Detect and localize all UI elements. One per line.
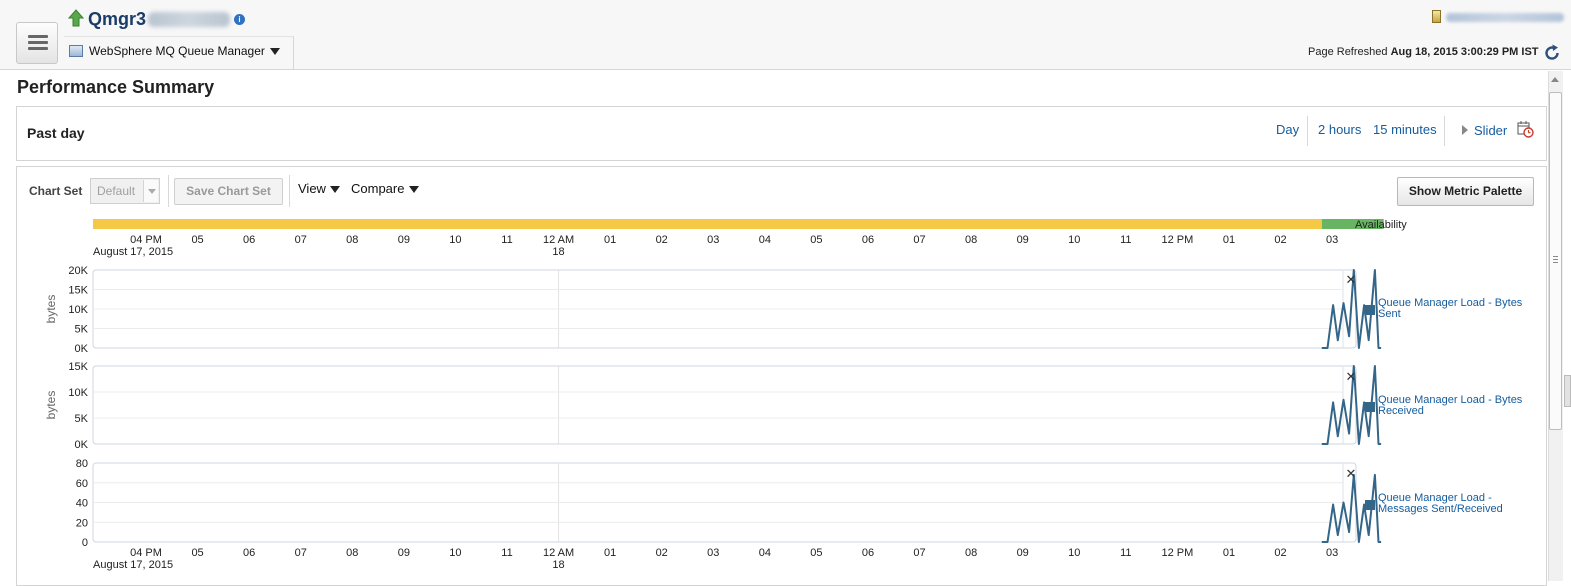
y-tick-label: 60 [76,478,88,490]
date-label: 18 [552,246,564,258]
availability-label: Availability [1355,219,1407,231]
time-tick-label: 04 PM [130,547,162,559]
time-tick-label: 03 [1326,234,1338,246]
y-tick-label: 15K [68,361,88,373]
performance-charts: Availability04 PM 05 06 07 08 09 10 11 12 AM 01 02… [44,219,1407,571]
y-tick-label: 20 [76,517,88,529]
y-tick-label: 15K [68,285,88,297]
time-tick-label: 10 [1068,234,1080,246]
time-tick-label: 07 [913,234,925,246]
time-tick-label: 03 [707,547,719,559]
y-tick-label: 10K [68,304,88,316]
close-chart-button[interactable]: ✕ [1345,466,1357,482]
time-tick-label: 11 [501,234,512,246]
time-tick-label: 08 [346,547,358,559]
time-tick-label: 12 AM [543,234,574,246]
time-tick-label: 02 [1274,234,1286,246]
y-tick-label: 20K [68,265,88,277]
time-tick-label: 09 [398,547,410,559]
time-tick-label: 07 [295,547,307,559]
date-label: August 17, 2015 [93,559,173,571]
y-tick-label: 5K [75,324,89,336]
time-tick-label: 08 [346,234,358,246]
time-tick-label: 06 [862,234,874,246]
close-chart-button[interactable]: ✕ [1345,369,1357,385]
time-tick-label: 11 [501,547,512,559]
time-tick-label: 02 [1274,547,1286,559]
time-tick-label: 10 [1068,547,1080,559]
time-tick-label: 07 [295,234,307,246]
time-tick-label: 01 [1223,547,1235,559]
time-tick-label: 02 [656,547,668,559]
y-tick-label: 0K [75,343,89,355]
plot-area [92,365,1357,445]
time-tick-label: 08 [965,547,977,559]
time-tick-label: 04 PM [130,234,162,246]
date-label: August 17, 2015 [93,246,173,258]
time-tick-label: 12 PM [1162,234,1194,246]
time-tick-label: 06 [243,547,255,559]
time-tick-label: 03 [1326,547,1338,559]
time-tick-label: 12 PM [1162,547,1194,559]
availability-segment [93,219,146,229]
date-label: 18 [552,559,564,571]
time-tick-label: 01 [604,234,616,246]
time-tick-label: 05 [810,547,822,559]
legend-swatch [1365,500,1375,510]
time-tick-label: 10 [449,234,461,246]
availability-segment [146,219,1322,229]
time-tick-label: 02 [656,234,668,246]
y-tick-label: 0K [75,439,89,451]
time-tick-label: 01 [604,547,616,559]
time-tick-label: 12 AM [543,547,574,559]
y-axis-label: bytes [44,295,58,324]
time-tick-label: 09 [1017,234,1029,246]
time-tick-label: 03 [707,234,719,246]
time-tick-label: 05 [191,547,203,559]
legend-messages-sent-received[interactable]: Queue Manager Load - Messages Sent/Recei… [1378,493,1528,515]
time-tick-label: 04 [759,547,771,559]
legend-bytes-received[interactable]: Queue Manager Load - Bytes Received [1378,395,1528,417]
legend-swatch [1365,402,1375,412]
time-tick-label: 11 [1120,234,1131,246]
y-axis-label: bytes [44,391,58,420]
time-tick-label: 08 [965,234,977,246]
time-tick-label: 09 [1017,547,1029,559]
time-tick-label: 10 [449,547,461,559]
time-tick-label: 11 [1120,547,1131,559]
time-tick-label: 07 [913,547,925,559]
time-tick-label: 01 [1223,234,1235,246]
time-tick-label: 06 [243,234,255,246]
close-chart-button[interactable]: ✕ [1345,272,1357,288]
time-tick-label: 05 [191,234,203,246]
time-tick-label: 04 [759,234,771,246]
time-tick-label: 05 [810,234,822,246]
y-tick-label: 80 [76,458,88,470]
y-tick-label: 5K [75,413,89,425]
y-tick-label: 0 [82,537,88,549]
y-tick-label: 40 [76,498,88,510]
time-tick-label: 09 [398,234,410,246]
legend-bytes-sent[interactable]: Queue Manager Load - Bytes Sent [1378,298,1528,320]
time-tick-label: 06 [862,547,874,559]
legend-swatch [1365,305,1375,315]
y-tick-label: 10K [68,387,88,399]
